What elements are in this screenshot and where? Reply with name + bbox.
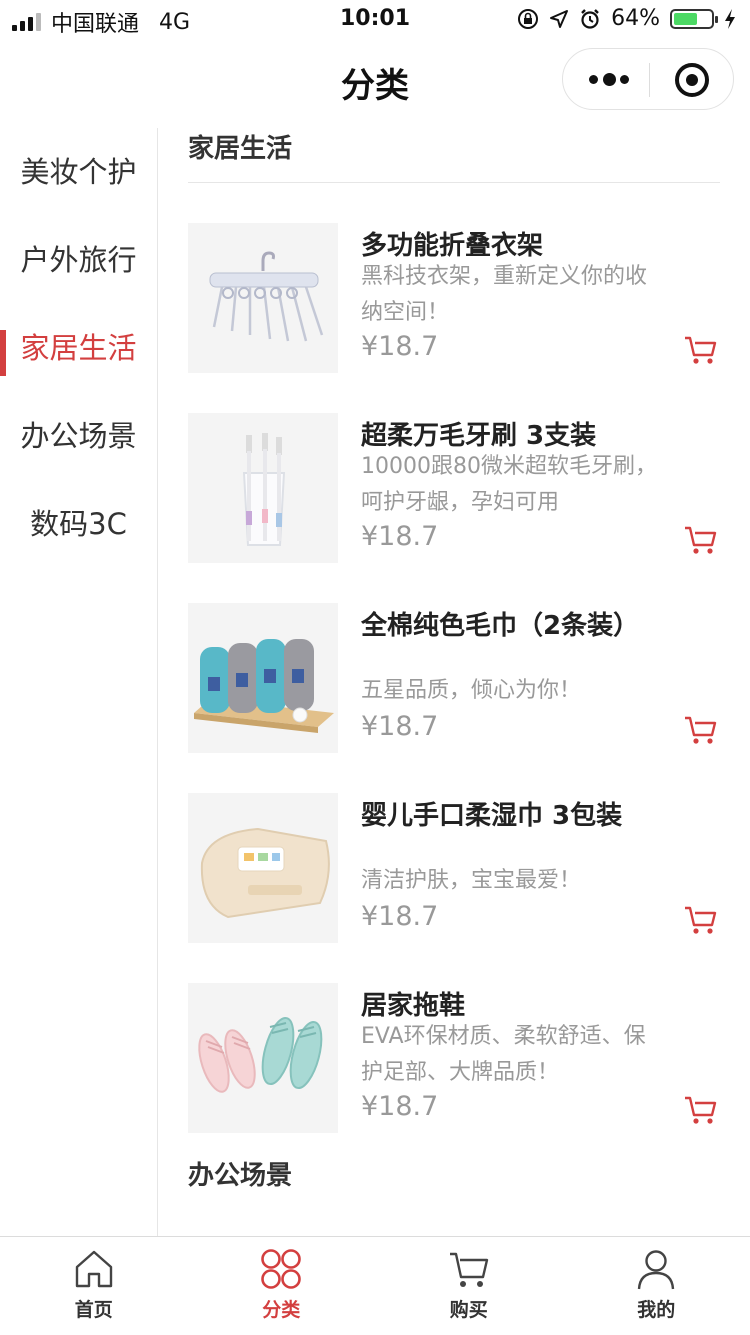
product-price: ¥18.7 (361, 1091, 438, 1122)
charging-bolt-icon (724, 8, 736, 30)
home-icon (72, 1247, 116, 1291)
product-desc: 黑科技衣架，重新定义你的收纳空间！ (361, 259, 661, 331)
nav-bar: 分类 (0, 40, 750, 128)
product-name: 居家拖鞋 (361, 985, 716, 1022)
cart-icon (447, 1247, 491, 1291)
add-to-cart-icon[interactable] (684, 1095, 718, 1125)
add-to-cart-icon[interactable] (684, 715, 718, 745)
target-circle-icon[interactable] (675, 63, 709, 97)
product-item[interactable]: 超柔万毛牙刷 3支装 10000跟80微米超软毛牙刷，呵护牙龈，孕妇可用 ¥18… (188, 413, 720, 563)
product-desc: 清洁护肤，宝宝最爱！ (361, 863, 661, 899)
tab-me[interactable]: 我的 (563, 1237, 750, 1335)
towel-image (188, 603, 338, 753)
product-item[interactable]: 婴儿手口柔湿巾 3包装 清洁护肤，宝宝最爱！ ¥18.7 (188, 793, 720, 943)
category-sidebar: 美妆个护 户外旅行 家居生活 办公场景 数码3C (0, 128, 158, 1236)
sidebar-item-beauty[interactable]: 美妆个护 (0, 128, 157, 216)
tab-buy[interactable]: 购买 (375, 1237, 563, 1335)
add-to-cart-icon[interactable] (684, 905, 718, 935)
status-bar: 中国联通 4G 10:01 64% (0, 0, 750, 40)
sidebar-item-outdoor[interactable]: 户外旅行 (0, 216, 157, 304)
product-item[interactable]: 居家拖鞋 EVA环保材质、柔软舒适、保护足部、大牌品质！ ¥18.7 (188, 983, 720, 1133)
product-price: ¥18.7 (361, 331, 438, 362)
section-title: 办公场景 (188, 1155, 720, 1209)
location-arrow-icon (549, 9, 569, 29)
product-desc: 10000跟80微米超软毛牙刷，呵护牙龈，孕妇可用 (361, 449, 661, 521)
product-price: ¥18.7 (361, 711, 438, 742)
sidebar-item-digital[interactable]: 数码3C (0, 480, 157, 568)
product-group: 多功能折叠衣架 黑科技衣架，重新定义你的收纳空间！ ¥18.7 (188, 223, 720, 1133)
product-item[interactable]: 全棉纯色毛巾（2条装） 五星品质，倾心为你！ ¥18.7 (188, 603, 720, 753)
sidebar-item-office[interactable]: 办公场景 (0, 392, 157, 480)
product-price: ¥18.7 (361, 521, 438, 552)
alarm-icon (579, 8, 601, 30)
product-desc: 五星品质，倾心为你！ (361, 673, 661, 709)
sidebar-item-home[interactable]: 家居生活 (0, 304, 157, 392)
tab-label: 我的 (563, 1295, 750, 1322)
add-to-cart-icon[interactable] (684, 335, 718, 365)
section-title: 家居生活 (188, 128, 720, 183)
battery-percent: 64% (611, 6, 660, 31)
tab-label: 首页 (0, 1295, 188, 1322)
capsule-divider (649, 63, 650, 97)
tab-category[interactable]: 分类 (188, 1237, 376, 1335)
product-list: 家居生活 多 (188, 128, 720, 1209)
product-name: 多功能折叠衣架 (361, 225, 716, 262)
category-icon (259, 1247, 303, 1291)
add-to-cart-icon[interactable] (684, 525, 718, 555)
product-price: ¥18.7 (361, 901, 438, 932)
battery-level-fill (674, 13, 697, 25)
wipes-image (188, 793, 338, 943)
status-right: 64% (517, 6, 736, 31)
product-desc: EVA环保材质、柔软舒适、保护足部、大牌品质！ (361, 1019, 661, 1091)
product-name: 婴儿手口柔湿巾 3包装 (361, 795, 716, 832)
battery-icon (670, 9, 714, 29)
product-name: 超柔万毛牙刷 3支装 (361, 415, 716, 452)
more-dots-icon[interactable] (589, 69, 629, 89)
tab-bar: 首页 分类 购买 我的 (0, 1236, 750, 1335)
product-item[interactable]: 多功能折叠衣架 黑科技衣架，重新定义你的收纳空间！ ¥18.7 (188, 223, 720, 373)
slippers-image (188, 983, 338, 1133)
toothbrush-image (188, 413, 338, 563)
tab-label: 分类 (188, 1295, 376, 1322)
orientation-lock-icon (517, 8, 539, 30)
user-icon (634, 1247, 678, 1291)
hanger-image (188, 223, 338, 373)
tab-label: 购买 (375, 1295, 563, 1322)
product-name: 全棉纯色毛巾（2条装） (361, 605, 716, 642)
mini-program-capsule (562, 48, 734, 110)
tab-home[interactable]: 首页 (0, 1237, 188, 1335)
